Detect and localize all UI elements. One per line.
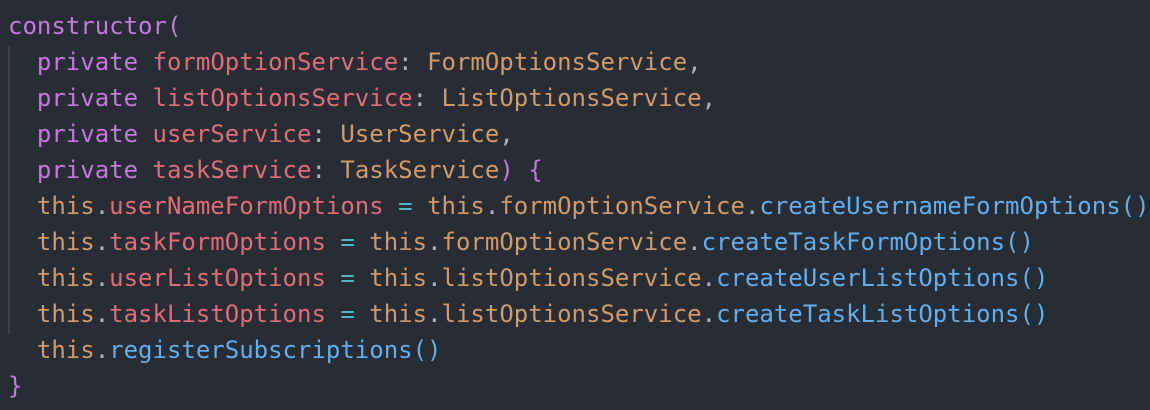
code-token-fn: registerSubscriptions() <box>109 336 442 364</box>
code-token-prop: userNameFormOptions <box>109 192 384 220</box>
code-token-prop: listOptionsService <box>152 84 413 112</box>
code-token-punc <box>355 300 369 328</box>
code-token-punc <box>138 84 152 112</box>
code-token-punc <box>326 264 340 292</box>
code-token-kw: private <box>36 120 139 148</box>
code-token-op: = <box>340 228 355 256</box>
code-token-type: TaskService <box>340 156 500 184</box>
code-token-punc: . <box>701 264 717 292</box>
code-token-punc: . <box>94 264 110 292</box>
code-token-punc <box>8 48 37 76</box>
code-line: private userService: UserService, <box>8 116 1150 152</box>
code-line: this.userListOptions = this.listOptionsS… <box>8 260 1150 296</box>
code-token-this: listOptionsService <box>441 264 702 292</box>
code-token-punc: . <box>94 300 110 328</box>
code-token-punc: : <box>398 48 428 76</box>
code-token-punc <box>8 336 37 364</box>
code-token-punc: : <box>311 120 341 148</box>
code-token-type: UserService <box>340 120 500 148</box>
code-token-kw: constructor( <box>8 12 182 40</box>
code-token-this: formOptionService <box>499 192 745 220</box>
code-token-punc <box>413 192 427 220</box>
code-token-brace: } <box>8 372 23 400</box>
code-token-punc <box>384 192 398 220</box>
code-token-punc <box>8 264 37 292</box>
code-token-this: this <box>36 300 95 328</box>
code-token-punc: , <box>701 84 717 112</box>
code-token-punc <box>138 156 152 184</box>
code-token-type: FormOptionsService <box>427 48 688 76</box>
code-token-punc: . <box>94 192 110 220</box>
code-token-punc: . <box>484 192 500 220</box>
code-token-this: this <box>36 192 95 220</box>
code-token-punc <box>355 228 369 256</box>
code-token-punc <box>138 120 152 148</box>
code-token-kw: ) <box>499 156 514 184</box>
code-token-prop: formOptionService <box>152 48 399 76</box>
code-token-punc: . <box>701 300 717 328</box>
code-token-kw: private <box>36 48 139 76</box>
code-token-punc: . <box>94 228 110 256</box>
code-line: this.taskFormOptions = this.formOptionSe… <box>8 224 1150 260</box>
code-token-punc <box>326 228 340 256</box>
code-token-this: this <box>369 300 428 328</box>
code-token-punc: : <box>412 84 442 112</box>
code-token-punc <box>8 156 37 184</box>
code-line: private formOptionService: FormOptionsSe… <box>8 44 1150 80</box>
code-token-this: this <box>36 336 95 364</box>
code-token-punc: . <box>94 336 110 364</box>
code-token-this: this <box>369 228 428 256</box>
code-token-this: this <box>36 264 95 292</box>
code-token-punc <box>8 300 37 328</box>
code-token-op: = <box>340 300 355 328</box>
code-token-punc: . <box>687 228 702 256</box>
code-token-punc <box>326 300 340 328</box>
code-token-fn: createUserListOptions() <box>716 264 1049 292</box>
code-token-punc <box>355 264 369 292</box>
code-token-punc <box>8 84 37 112</box>
code-line: this.userNameFormOptions = this.formOpti… <box>8 188 1150 224</box>
code-token-punc <box>8 228 37 256</box>
code-token-prop: taskService <box>152 156 312 184</box>
code-line: private taskService: TaskService) { <box>8 152 1150 188</box>
code-token-this: listOptionsService <box>441 300 702 328</box>
code-token-this: formOptionService <box>441 228 688 256</box>
code-token-this: this <box>36 228 95 256</box>
code-editor[interactable]: constructor( private formOptionService: … <box>8 8 1150 404</box>
code-token-punc: . <box>427 300 442 328</box>
code-token-kw: private <box>36 84 139 112</box>
code-token-punc: , <box>687 48 702 76</box>
code-token-op: = <box>340 264 355 292</box>
code-token-punc: . <box>427 228 442 256</box>
code-line: private listOptionsService: ListOptionsS… <box>8 80 1150 116</box>
code-token-punc: . <box>744 192 760 220</box>
code-line: this.taskListOptions = this.listOptionsS… <box>8 296 1150 332</box>
code-token-prop: userListOptions <box>109 264 326 292</box>
code-token-punc <box>8 192 37 220</box>
code-token-punc <box>514 156 528 184</box>
code-token-punc <box>138 48 152 76</box>
code-token-this: this <box>369 264 428 292</box>
code-token-brace: { <box>528 156 543 184</box>
code-line: this.registerSubscriptions() <box>8 332 1150 368</box>
code-token-fn: createTaskListOptions() <box>716 300 1049 328</box>
code-token-punc: , <box>499 120 514 148</box>
code-token-fn: createTaskFormOptions() <box>701 228 1034 256</box>
code-token-punc: . <box>427 264 442 292</box>
code-token-fn: createUsernameFormOptions() <box>759 192 1150 220</box>
code-token-prop: taskListOptions <box>109 300 326 328</box>
code-token-prop: taskFormOptions <box>109 228 326 256</box>
code-line: constructor( <box>8 8 1150 44</box>
code-token-this: this <box>427 192 485 220</box>
code-token-prop: userService <box>152 120 312 148</box>
code-token-kw: private <box>36 156 139 184</box>
code-token-type: ListOptionsService <box>441 84 702 112</box>
code-token-punc <box>8 120 37 148</box>
code-line: } <box>8 368 1150 404</box>
code-token-punc: : <box>311 156 341 184</box>
code-token-op: = <box>398 192 413 220</box>
